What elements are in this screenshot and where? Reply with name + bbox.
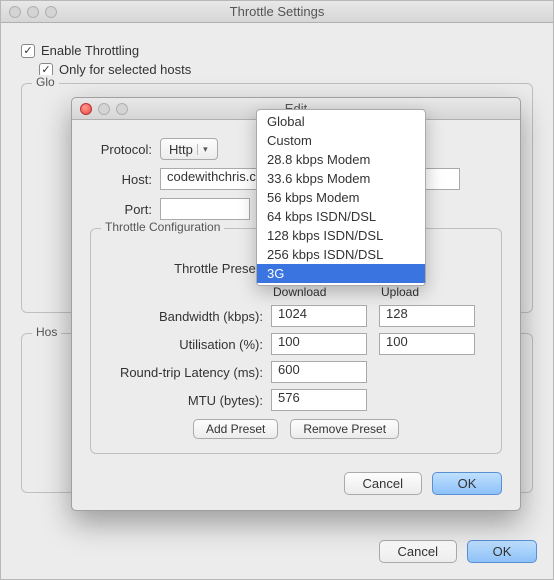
dropdown-item-global[interactable]: Global — [257, 112, 425, 131]
protocol-label: Protocol: — [90, 142, 160, 157]
bandwidth-upload-input[interactable]: 128 — [379, 305, 475, 327]
modal-minimize-icon[interactable] — [98, 103, 110, 115]
latency-label: Round-trip Latency (ms): — [103, 365, 271, 380]
only-selected-hosts-row: ✓ Only for selected hosts — [39, 62, 533, 77]
global-legend: Glo — [32, 75, 59, 89]
port-label: Port: — [90, 202, 160, 217]
main-window: Throttle Settings ✓ Enable Throttling ✓ … — [0, 0, 554, 580]
minimize-icon[interactable] — [27, 6, 39, 18]
close-icon[interactable] — [9, 6, 21, 18]
utilisation-label: Utilisation (%): — [103, 337, 271, 352]
main-footer: Cancel OK — [379, 540, 537, 563]
download-column-header: Download — [271, 285, 367, 299]
dropdown-item-288[interactable]: 28.8 kbps Modem — [257, 150, 425, 169]
zoom-icon[interactable] — [45, 6, 57, 18]
dropdown-item-56[interactable]: 56 kbps Modem — [257, 188, 425, 207]
modal-zoom-icon[interactable] — [116, 103, 128, 115]
modal-traffic-lights — [80, 103, 128, 115]
port-input[interactable] — [160, 198, 250, 220]
dropdown-item-custom[interactable]: Custom — [257, 131, 425, 150]
throttle-preset-dropdown[interactable]: Global Custom 28.8 kbps Modem 33.6 kbps … — [256, 109, 426, 286]
mtu-label: MTU (bytes): — [103, 393, 271, 408]
bandwidth-download-input[interactable]: 1024 — [271, 305, 367, 327]
main-ok-button[interactable]: OK — [467, 540, 537, 563]
enable-throttling-label: Enable Throttling — [41, 43, 139, 58]
modal-ok-button[interactable]: OK — [432, 472, 502, 495]
throttle-config-legend: Throttle Configuration — [101, 220, 224, 234]
chevron-down-icon: ▾ — [197, 144, 213, 155]
dropdown-item-336[interactable]: 33.6 kbps Modem — [257, 169, 425, 188]
modal-close-icon[interactable] — [80, 103, 92, 115]
columns-header: Download Upload — [103, 285, 489, 299]
dropdown-item-3g[interactable]: 3G — [257, 264, 425, 283]
latency-input[interactable]: 600 — [271, 361, 367, 383]
mtu-input[interactable]: 576 — [271, 389, 367, 411]
hosts-legend: Hos — [32, 325, 61, 339]
dropdown-item-128[interactable]: 128 kbps ISDN/DSL — [257, 226, 425, 245]
enable-throttling-checkbox[interactable]: ✓ — [21, 44, 35, 58]
main-titlebar: Throttle Settings — [1, 1, 553, 23]
dropdown-item-64[interactable]: 64 kbps ISDN/DSL — [257, 207, 425, 226]
upload-column-header: Upload — [379, 285, 475, 299]
remove-preset-button[interactable]: Remove Preset — [290, 419, 399, 439]
main-traffic-lights — [9, 6, 57, 18]
enable-throttling-row: ✓ Enable Throttling — [21, 43, 533, 58]
protocol-select[interactable]: Http ▾ — [160, 138, 218, 160]
dropdown-item-256[interactable]: 256 kbps ISDN/DSL — [257, 245, 425, 264]
throttle-preset-label: Throttle Preset: — [103, 261, 271, 276]
main-cancel-button[interactable]: Cancel — [379, 540, 457, 563]
add-preset-button[interactable]: Add Preset — [193, 419, 278, 439]
protocol-value: Http — [169, 142, 193, 157]
modal-cancel-button[interactable]: Cancel — [344, 472, 422, 495]
main-window-title: Throttle Settings — [9, 4, 545, 19]
host-label: Host: — [90, 172, 160, 187]
utilisation-download-input[interactable]: 100 — [271, 333, 367, 355]
only-selected-hosts-label: Only for selected hosts — [59, 62, 191, 77]
utilisation-upload-input[interactable]: 100 — [379, 333, 475, 355]
bandwidth-label: Bandwidth (kbps): — [103, 309, 271, 324]
